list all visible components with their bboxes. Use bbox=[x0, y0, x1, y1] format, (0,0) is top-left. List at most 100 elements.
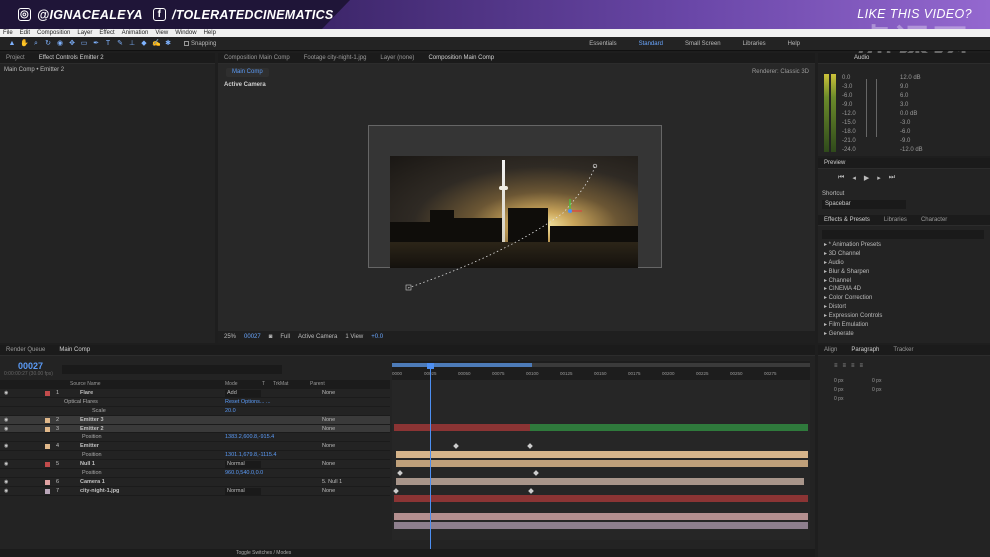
layer-bar-flare[interactable] bbox=[394, 424, 530, 431]
view-layout-dropdown[interactable]: 1 View bbox=[345, 334, 363, 340]
last-frame-icon[interactable]: ⏭ bbox=[889, 174, 895, 182]
visibility-eye-icon[interactable]: ◉ bbox=[4, 416, 8, 425]
table-row[interactable]: Position 1301.1,679.8,-1115.4 bbox=[0, 451, 390, 461]
table-row[interactable]: ◉ 5 Null 1 Normal None bbox=[0, 460, 390, 470]
indent-left-field[interactable]: 0 px bbox=[834, 377, 843, 386]
prev-frame-icon[interactable]: ◂ bbox=[852, 174, 856, 182]
layer-name[interactable]: city-night-1.jpg bbox=[80, 487, 119, 496]
effects-search-input[interactable] bbox=[822, 230, 984, 239]
table-row[interactable]: ◉ 6 Camera 1 5. Null 1 bbox=[0, 478, 390, 487]
menu-help[interactable]: Help bbox=[204, 29, 216, 37]
list-item[interactable]: ▸ Generate bbox=[824, 330, 882, 339]
property-value[interactable]: 20.0 bbox=[225, 407, 236, 416]
menu-layer[interactable]: Layer bbox=[77, 29, 92, 37]
exposure-field[interactable]: +0.0 bbox=[371, 334, 383, 340]
justify-icon[interactable]: ≡ bbox=[860, 363, 864, 369]
menu-effect[interactable]: Effect bbox=[99, 29, 114, 37]
comp-canvas[interactable] bbox=[368, 125, 662, 268]
col-mode[interactable]: Mode bbox=[225, 380, 238, 389]
parent-dropdown[interactable]: None bbox=[322, 389, 335, 398]
parent-dropdown[interactable]: None bbox=[322, 460, 335, 469]
blend-mode-dropdown[interactable]: Normal bbox=[225, 461, 261, 469]
tab-project[interactable]: Project bbox=[6, 55, 25, 61]
list-item[interactable]: ▸ Blur & Sharpen bbox=[824, 268, 882, 277]
keyframe[interactable] bbox=[528, 488, 534, 494]
workspace-libraries[interactable]: Libraries bbox=[743, 41, 766, 47]
puppet-tool-icon[interactable]: ✱ bbox=[164, 40, 172, 48]
list-item[interactable]: ▸ Audio bbox=[824, 259, 882, 268]
visibility-eye-icon[interactable]: ◉ bbox=[4, 389, 8, 398]
volume-slider-right[interactable] bbox=[876, 79, 877, 137]
tab-effects-presets[interactable]: Effects & Presets bbox=[824, 217, 870, 223]
table-row[interactable]: ◉ 1 Flare Add None bbox=[0, 389, 390, 398]
table-row[interactable]: ◉ 7 city-night-1.jpg Normal None bbox=[0, 487, 390, 496]
menu-view[interactable]: View bbox=[155, 29, 168, 37]
align-left-icon[interactable]: ≡ bbox=[834, 363, 838, 369]
current-time-field[interactable]: 00027 bbox=[244, 334, 261, 340]
timeline-timecode[interactable]: 00027 bbox=[18, 361, 43, 371]
brush-tool-icon[interactable]: ✎ bbox=[116, 40, 124, 48]
parent-dropdown[interactable]: 5. Null 1 bbox=[322, 478, 342, 487]
resolution-dropdown[interactable]: Full bbox=[280, 334, 290, 340]
visibility-eye-icon[interactable]: ◉ bbox=[4, 460, 8, 469]
renderer-label[interactable]: Renderer: Classic 3D bbox=[752, 69, 809, 75]
menu-animation[interactable]: Animation bbox=[122, 29, 149, 37]
layer-bar-emitter-2[interactable] bbox=[396, 460, 808, 467]
zoom-tool-icon[interactable]: ⌕ bbox=[32, 40, 40, 48]
align-right-icon[interactable]: ≡ bbox=[851, 363, 855, 369]
list-item[interactable]: ▸ 3D Channel bbox=[824, 250, 882, 259]
tab-paragraph[interactable]: Paragraph bbox=[851, 347, 879, 353]
workspace-help[interactable]: Help bbox=[788, 41, 800, 47]
layer-bar-camera[interactable] bbox=[394, 513, 808, 520]
rectangle-tool-icon[interactable]: ▭ bbox=[80, 40, 88, 48]
parent-dropdown[interactable]: None bbox=[322, 442, 335, 451]
parent-dropdown[interactable]: None bbox=[322, 416, 335, 425]
tab-align[interactable]: Align bbox=[824, 347, 837, 353]
work-area-range[interactable] bbox=[392, 363, 532, 367]
tab-audio[interactable]: Audio bbox=[854, 55, 869, 61]
effect-value[interactable]: Reset Options... ... bbox=[225, 398, 271, 407]
tab-preview[interactable]: Preview bbox=[824, 160, 845, 166]
volume-slider-left[interactable] bbox=[866, 79, 867, 137]
label-color[interactable] bbox=[45, 488, 50, 494]
col-parent[interactable]: Parent bbox=[310, 380, 325, 389]
table-row[interactable]: Scale 20.0 bbox=[0, 407, 390, 416]
label-color[interactable] bbox=[45, 479, 50, 485]
type-tool-icon[interactable]: T bbox=[104, 40, 112, 48]
label-color[interactable] bbox=[45, 444, 50, 450]
blend-mode-dropdown[interactable]: Add bbox=[225, 390, 261, 397]
hand-tool-icon[interactable]: ✋ bbox=[20, 40, 29, 48]
keyframe[interactable] bbox=[453, 443, 459, 449]
workspace-standard[interactable]: Standard bbox=[639, 41, 663, 47]
eraser-tool-icon[interactable]: ◆ bbox=[140, 40, 148, 48]
tab-libraries[interactable]: Libraries bbox=[884, 217, 907, 223]
table-row[interactable]: ◉ 3 Emitter 2 None bbox=[0, 424, 390, 434]
property-value[interactable]: 1301.1,679.8,-1115.4 bbox=[225, 451, 276, 460]
menu-composition[interactable]: Composition bbox=[37, 29, 70, 37]
layer-name[interactable]: Camera 1 bbox=[80, 478, 105, 487]
keyframe[interactable] bbox=[533, 470, 539, 476]
play-icon[interactable]: ▶ bbox=[864, 174, 869, 182]
layer-bar-emitter-3[interactable] bbox=[396, 451, 808, 458]
keyframe[interactable] bbox=[527, 443, 533, 449]
list-item[interactable]: ▸ Channel bbox=[824, 277, 882, 286]
blend-mode-dropdown[interactable]: Normal bbox=[225, 487, 261, 495]
tab-composition[interactable]: Composition Main Comp bbox=[224, 55, 290, 61]
label-color[interactable] bbox=[45, 426, 50, 432]
col-trkmat[interactable]: TrkMat bbox=[273, 380, 288, 389]
label-color[interactable] bbox=[45, 417, 50, 423]
space-before-field[interactable]: 0 px bbox=[834, 386, 843, 395]
table-row[interactable]: Optical Flares Reset Options... ... bbox=[0, 398, 390, 407]
label-color[interactable] bbox=[45, 462, 50, 468]
menu-edit[interactable]: Edit bbox=[20, 29, 30, 37]
zoom-dropdown[interactable]: 25% bbox=[224, 334, 236, 340]
visibility-eye-icon[interactable]: ◉ bbox=[4, 442, 8, 451]
view-camera-dropdown[interactable]: Active Camera bbox=[298, 334, 337, 340]
timeline-search-input[interactable] bbox=[62, 365, 282, 374]
col-t[interactable]: T bbox=[262, 380, 265, 389]
menu-window[interactable]: Window bbox=[175, 29, 196, 37]
time-ruler[interactable]: 0000 00025 00050 00075 00100 00125 00150… bbox=[392, 361, 810, 381]
col-source-name[interactable]: Source Name bbox=[70, 380, 101, 389]
list-item[interactable]: ▸ Expression Controls bbox=[824, 312, 882, 321]
list-item[interactable]: ▸ Color Correction bbox=[824, 294, 882, 303]
